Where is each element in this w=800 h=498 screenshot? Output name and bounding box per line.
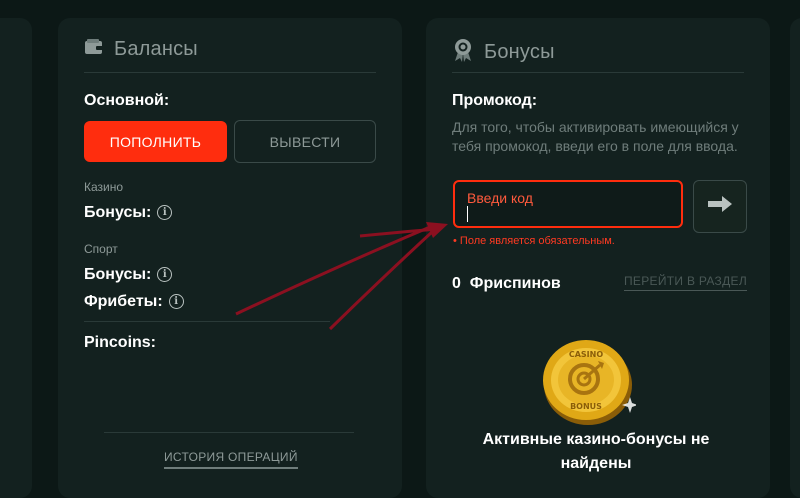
annotation-arrows	[235, 222, 448, 331]
